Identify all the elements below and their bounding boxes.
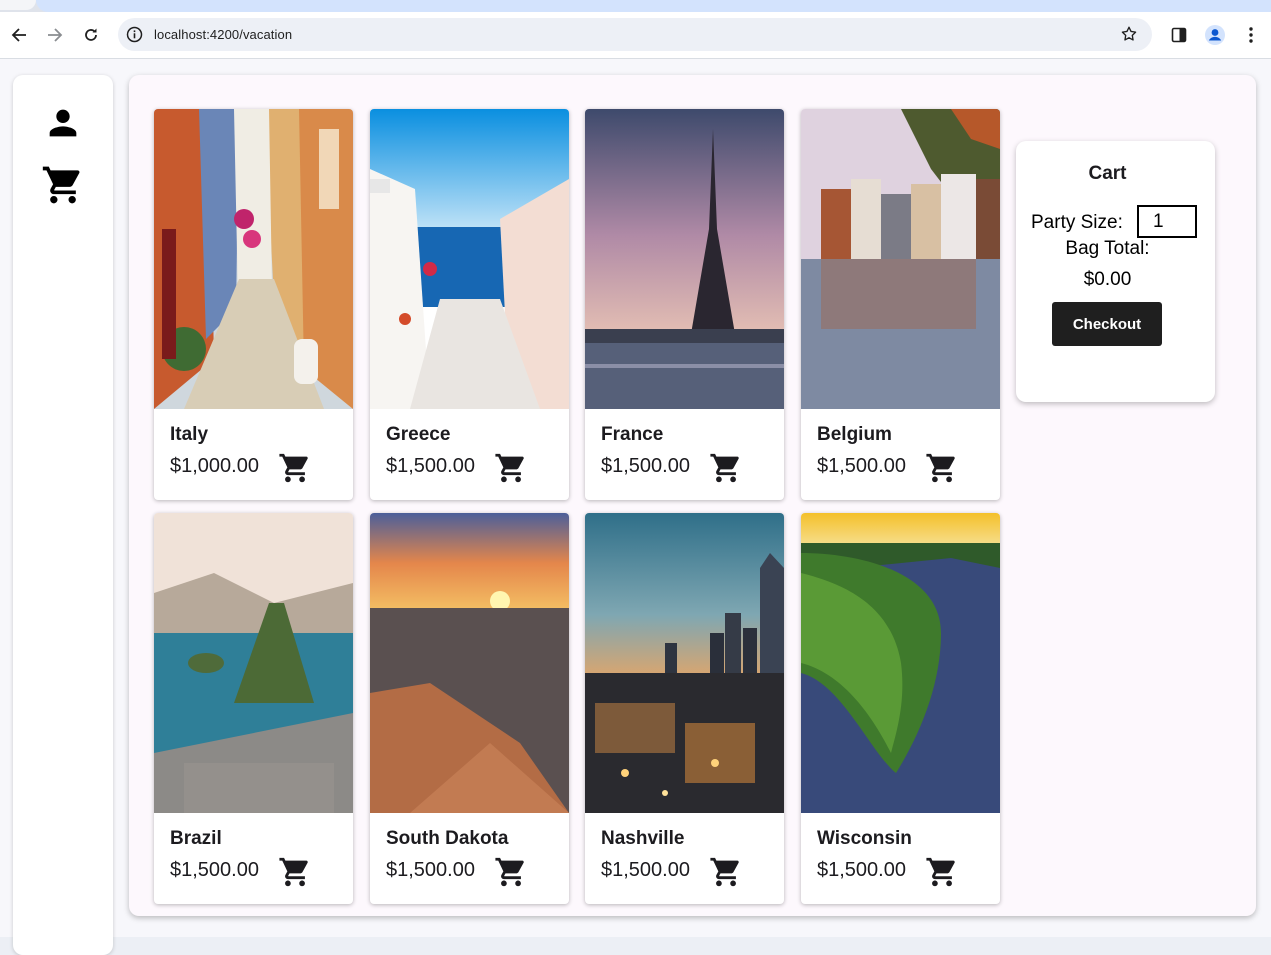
vacation-price: $1,000.00	[170, 455, 259, 477]
vacation-name: Greece	[386, 424, 451, 445]
vacation-card: Brazil $1,500.00	[154, 513, 353, 904]
vacation-price: $1,500.00	[386, 455, 475, 477]
profile-icon[interactable]	[1203, 23, 1227, 47]
cart-panel: Cart Party Size: Bag Total: $0.00 Checko…	[1016, 141, 1215, 402]
tab-strip	[0, 0, 1271, 12]
bag-total-value: $0.00	[1083, 269, 1132, 290]
vacation-photo-italy	[154, 109, 353, 409]
vacation-photo-brazil	[154, 513, 353, 813]
vacation-name: Nashville	[601, 828, 685, 849]
add-to-cart-icon[interactable]	[494, 855, 528, 889]
party-size-input[interactable]	[1137, 205, 1197, 238]
add-to-cart-icon[interactable]	[494, 451, 528, 485]
more-menu-icon[interactable]	[1239, 23, 1263, 47]
vacation-name: Italy	[170, 424, 209, 445]
add-to-cart-icon[interactable]	[925, 855, 959, 889]
vacation-name: Wisconsin	[817, 828, 912, 849]
party-size-label: Party Size:	[1031, 212, 1123, 233]
vacation-name: South Dakota	[386, 828, 509, 849]
vacation-name: France	[601, 424, 664, 445]
add-to-cart-icon[interactable]	[709, 855, 743, 889]
cart-title: Cart	[1088, 163, 1127, 184]
vacation-photo-france	[585, 109, 784, 409]
side-panel-icon[interactable]	[1167, 23, 1191, 47]
vacation-price: $1,500.00	[817, 455, 906, 477]
vacation-price: $1,500.00	[170, 859, 259, 881]
shopping-cart-icon[interactable]	[41, 163, 85, 207]
add-to-cart-icon[interactable]	[278, 855, 312, 889]
vacation-card: Nashville $1,500.00	[585, 513, 784, 904]
address-url[interactable]: localhost:4200/vacation	[154, 27, 292, 42]
vacation-price: $1,500.00	[601, 455, 690, 477]
bookmark-star-icon[interactable]	[1120, 25, 1138, 48]
vacation-photo-greece	[370, 109, 569, 409]
bag-total-label: Bag Total:	[1065, 238, 1150, 259]
vacation-content: Italy $1,000.00 Greece $1,500.00 France …	[129, 75, 1256, 916]
vacation-name: Brazil	[170, 828, 222, 849]
add-to-cart-icon[interactable]	[925, 451, 959, 485]
info-icon[interactable]	[126, 26, 143, 48]
vacation-photo-belgium	[801, 109, 1000, 409]
add-to-cart-icon[interactable]	[709, 451, 743, 485]
vacation-card: France $1,500.00	[585, 109, 784, 500]
vacation-photo-wisconsin	[801, 513, 1000, 813]
tab-strip-background	[36, 0, 1271, 12]
person-icon[interactable]	[41, 101, 85, 145]
vacation-card: South Dakota $1,500.00	[370, 513, 569, 904]
browser-toolbar: localhost:4200/vacation	[0, 12, 1271, 58]
vacation-card: Belgium $1,500.00	[801, 109, 1000, 500]
vacation-name: Belgium	[817, 424, 892, 445]
checkout-button[interactable]: Checkout	[1052, 302, 1162, 346]
vacation-photo-nashville	[585, 513, 784, 813]
sidebar	[13, 75, 113, 955]
reload-icon[interactable]	[78, 22, 104, 48]
vacation-price: $1,500.00	[601, 859, 690, 881]
address-bar[interactable]: localhost:4200/vacation	[118, 18, 1152, 51]
vacation-card: Wisconsin $1,500.00	[801, 513, 1000, 904]
add-to-cart-icon[interactable]	[278, 451, 312, 485]
back-arrow-icon[interactable]	[6, 22, 32, 48]
page-body: Italy $1,000.00 Greece $1,500.00 France …	[0, 59, 1271, 955]
vacation-card: Italy $1,000.00	[154, 109, 353, 500]
vacation-price: $1,500.00	[817, 859, 906, 881]
vacation-photo-south-dakota	[370, 513, 569, 813]
forward-arrow-icon[interactable]	[42, 22, 68, 48]
active-tab[interactable]	[0, 0, 36, 10]
vacation-card: Greece $1,500.00	[370, 109, 569, 500]
vacation-price: $1,500.00	[386, 859, 475, 881]
